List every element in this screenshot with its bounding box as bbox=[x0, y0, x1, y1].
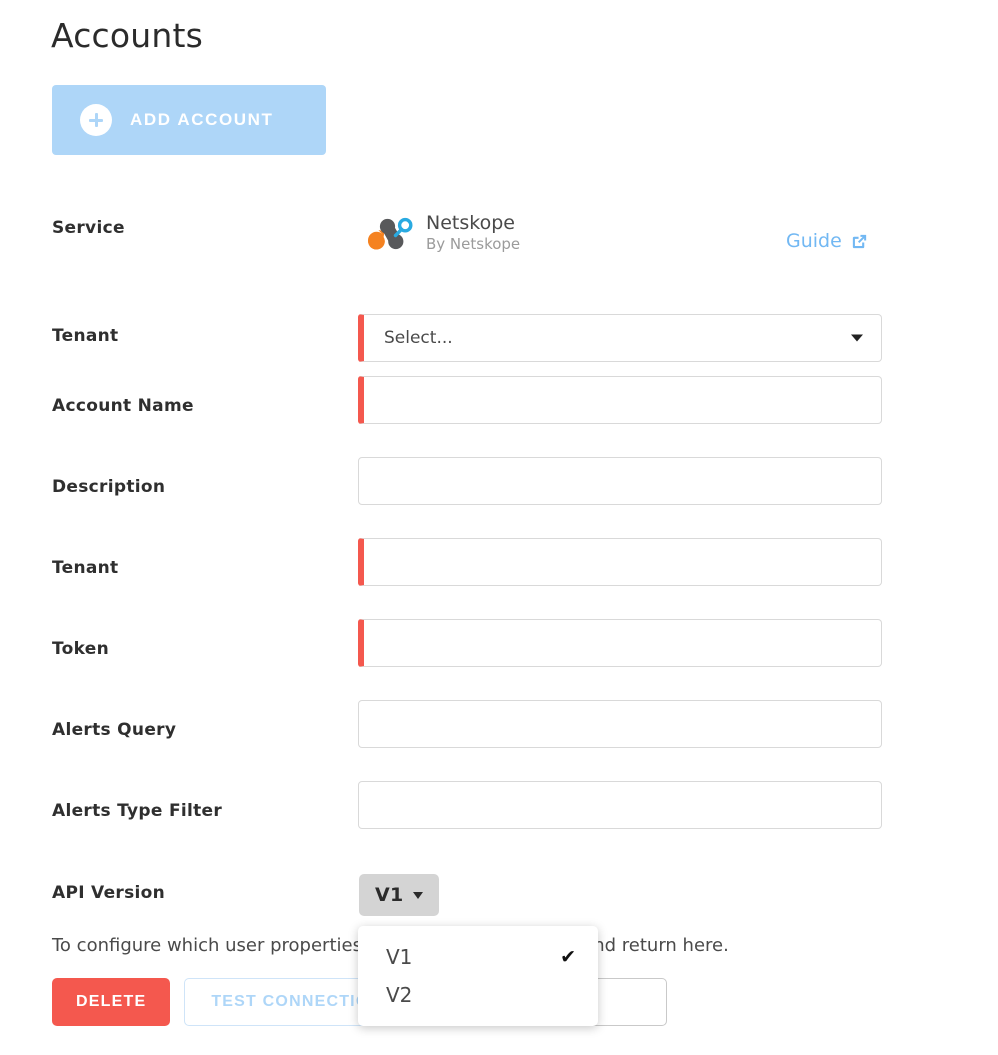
alerts-query-input[interactable] bbox=[358, 700, 882, 748]
service-label: Service bbox=[52, 218, 125, 238]
external-link-icon bbox=[850, 232, 869, 251]
token-input[interactable] bbox=[358, 619, 882, 667]
page-title: Accounts bbox=[51, 16, 204, 55]
guide-label: Guide bbox=[786, 230, 842, 252]
api-version-dropdown-menu: V1 ✔ V2 ✔ bbox=[358, 926, 598, 1026]
field-label-tenant-text: Tenant bbox=[52, 558, 119, 578]
field-label-description: Description bbox=[52, 477, 166, 497]
check-icon: ✔ bbox=[560, 946, 576, 968]
netskope-logo-icon bbox=[362, 213, 414, 253]
dropdown-item-v2[interactable]: V2 ✔ bbox=[358, 976, 598, 1014]
delete-button[interactable]: DELETE bbox=[52, 978, 171, 1026]
field-label-api-version: API Version bbox=[52, 883, 166, 903]
field-label-token: Token bbox=[52, 639, 109, 659]
guide-link[interactable]: Guide bbox=[786, 230, 869, 252]
field-label-alerts-type-filter: Alerts Type Filter bbox=[52, 801, 223, 821]
dropdown-item-label: V2 bbox=[386, 983, 413, 1007]
add-account-label: ADD ACCOUNT bbox=[130, 110, 274, 129]
tenant-select-value: Select... bbox=[384, 328, 453, 348]
service-identity: Netskope By Netskope bbox=[362, 212, 520, 254]
api-version-dropdown-button[interactable]: V1 bbox=[359, 874, 439, 916]
alerts-type-filter-input[interactable] bbox=[358, 781, 882, 829]
description-input[interactable] bbox=[358, 457, 882, 505]
tenant-select[interactable]: Select... bbox=[358, 314, 882, 362]
tenant-input[interactable] bbox=[358, 538, 882, 586]
plus-circle-icon bbox=[80, 104, 112, 136]
api-version-value: V1 bbox=[375, 884, 404, 906]
dropdown-item-v1[interactable]: V1 ✔ bbox=[358, 938, 598, 976]
caret-down-icon bbox=[412, 891, 423, 899]
dropdown-item-label: V1 bbox=[386, 945, 413, 969]
field-label-account-name: Account Name bbox=[52, 396, 194, 416]
account-name-input[interactable] bbox=[358, 376, 882, 424]
chevron-down-icon bbox=[851, 334, 863, 342]
service-name: Netskope bbox=[426, 212, 515, 234]
field-label-alerts-query: Alerts Query bbox=[52, 720, 177, 740]
service-vendor: By Netskope bbox=[426, 235, 521, 254]
add-account-button[interactable]: ADD ACCOUNT bbox=[52, 85, 326, 155]
field-label-tenant: Tenant bbox=[52, 326, 119, 346]
